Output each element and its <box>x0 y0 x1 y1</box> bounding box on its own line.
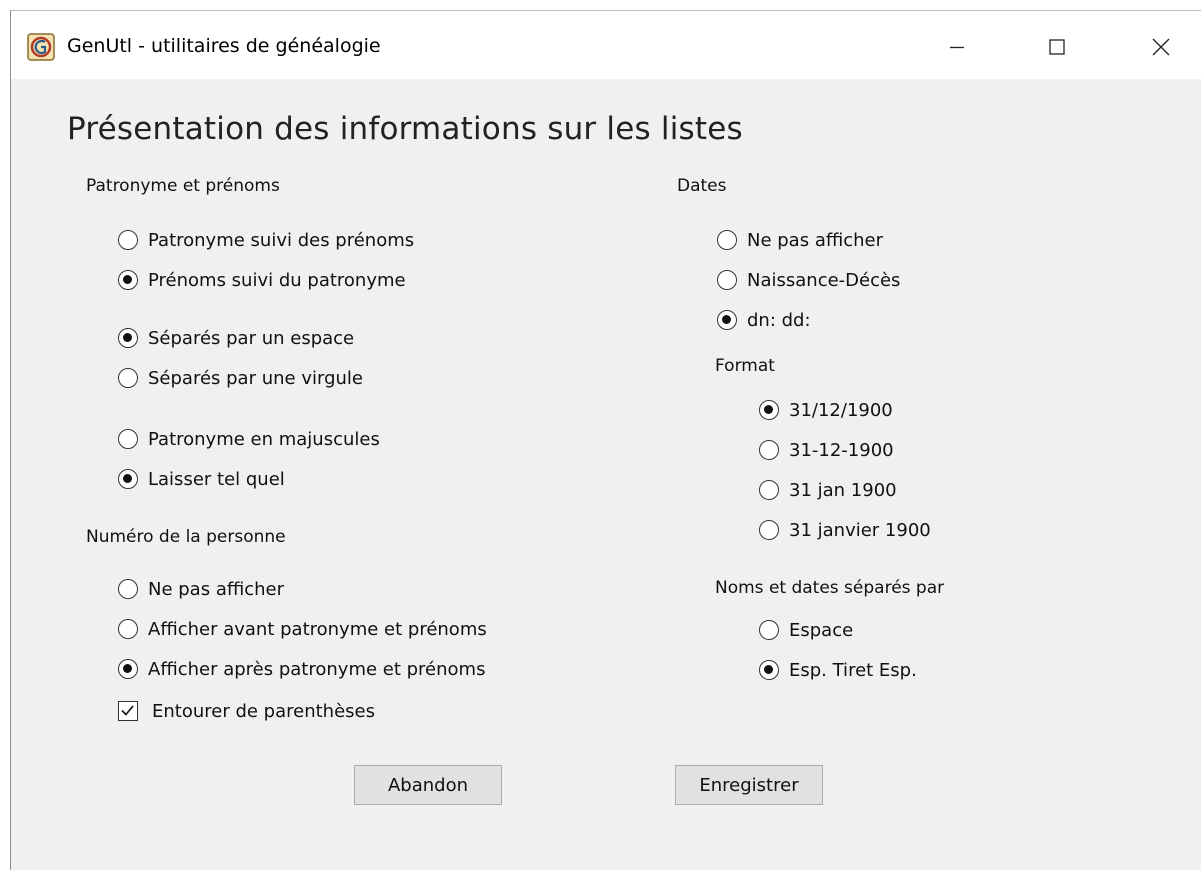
radio-label: Afficher après patronyme et prénoms <box>148 658 486 680</box>
window-title: GenUtl - utilitaires de généalogie <box>67 35 381 57</box>
page-heading: Présentation des informations sur les li… <box>67 111 743 147</box>
radio-label: dn: dd: <box>747 309 811 331</box>
close-button[interactable] <box>1135 25 1187 69</box>
radio-format-dash[interactable]: 31-12-1900 <box>759 438 894 462</box>
maximize-button[interactable] <box>1031 25 1083 69</box>
radio-case-unchanged[interactable]: Laisser tel quel <box>118 467 285 491</box>
title-bar: GenUtl - utilitaires de généalogie <box>11 11 1201 79</box>
radio-label: Espace <box>789 619 854 641</box>
radio-number-hide[interactable]: Ne pas afficher <box>118 577 284 601</box>
radio-button[interactable] <box>118 619 138 639</box>
format-label: Format <box>715 356 775 376</box>
checkbox-parentheses[interactable]: Entourer de parenthèses <box>118 699 375 723</box>
radio-label: Ne pas afficher <box>148 578 285 600</box>
radio-format-long-month[interactable]: 31 janvier 1900 <box>759 518 931 542</box>
radio-label: Séparés par une virgule <box>148 367 363 389</box>
radio-label: Patronyme suivi des prénoms <box>148 229 415 251</box>
radio-button[interactable] <box>759 400 779 420</box>
minimize-icon <box>950 46 964 49</box>
genutl-app-icon <box>27 33 55 61</box>
close-icon <box>1152 38 1170 56</box>
radio-format-short-month[interactable]: 31 jan 1900 <box>759 478 897 502</box>
radio-label: Naissance-Décès <box>747 269 901 291</box>
radio-separator-space[interactable]: Séparés par un espace <box>118 326 354 350</box>
radio-nd-separator-space[interactable]: Espace <box>759 618 853 642</box>
checkmark-icon <box>121 705 134 716</box>
save-button[interactable]: Enregistrer <box>675 765 823 805</box>
dates-section-label: Dates <box>677 176 727 196</box>
radio-nd-separator-dash[interactable]: Esp. Tiret Esp. <box>759 658 917 682</box>
radio-label: Prénoms suivi du patronyme <box>148 269 406 291</box>
radio-dates-dn-dd[interactable]: dn: dd: <box>717 308 811 332</box>
radio-separator-comma[interactable]: Séparés par une virgule <box>118 366 363 390</box>
radio-name-order-first-names-first[interactable]: Prénoms suivi du patronyme <box>118 268 406 292</box>
number-section-label: Numéro de la personne <box>86 527 286 547</box>
radio-label: Ne pas afficher <box>747 229 884 251</box>
radio-case-uppercase[interactable]: Patronyme en majuscules <box>118 427 380 451</box>
radio-button[interactable] <box>118 429 138 449</box>
radio-dates-birth-death[interactable]: Naissance-Décès <box>717 268 900 292</box>
minimize-button[interactable] <box>931 25 983 69</box>
radio-button[interactable] <box>118 270 138 290</box>
radio-button[interactable] <box>118 230 138 250</box>
radio-button[interactable] <box>759 620 779 640</box>
radio-button[interactable] <box>118 328 138 348</box>
radio-label: Patronyme en majuscules <box>148 428 380 450</box>
radio-label: 31 jan 1900 <box>789 479 897 501</box>
radio-label: 31-12-1900 <box>789 439 894 461</box>
radio-label: 31 janvier 1900 <box>789 519 931 541</box>
name-section-label: Patronyme et prénoms <box>86 176 280 196</box>
radio-label: 31/12/1900 <box>789 399 893 421</box>
radio-button[interactable] <box>118 659 138 679</box>
radio-button[interactable] <box>118 469 138 489</box>
radio-label: Esp. Tiret Esp. <box>789 659 917 681</box>
radio-label: Séparés par un espace <box>148 327 355 349</box>
checkbox-label: Entourer de parenthèses <box>152 700 375 722</box>
radio-number-before[interactable]: Afficher avant patronyme et prénoms <box>118 617 487 641</box>
radio-dates-hide[interactable]: Ne pas afficher <box>717 228 883 252</box>
radio-button[interactable] <box>759 440 779 460</box>
radio-button[interactable] <box>759 660 779 680</box>
radio-button[interactable] <box>717 270 737 290</box>
radio-button[interactable] <box>759 520 779 540</box>
radio-button[interactable] <box>118 368 138 388</box>
radio-button[interactable] <box>717 230 737 250</box>
maximize-icon <box>1049 39 1065 55</box>
checkbox[interactable] <box>118 701 138 721</box>
app-window: GenUtl - utilitaires de généalogie Prése… <box>10 10 1201 870</box>
radio-button[interactable] <box>717 310 737 330</box>
radio-format-slash[interactable]: 31/12/1900 <box>759 398 893 422</box>
radio-number-after[interactable]: Afficher après patronyme et prénoms <box>118 657 485 681</box>
radio-label: Afficher avant patronyme et prénoms <box>148 618 487 640</box>
radio-button[interactable] <box>118 579 138 599</box>
names-dates-separator-label: Noms et dates séparés par <box>715 578 945 598</box>
radio-label: Laisser tel quel <box>148 468 285 490</box>
radio-button[interactable] <box>759 480 779 500</box>
cancel-button[interactable]: Abandon <box>354 765 502 805</box>
radio-name-order-surname-first[interactable]: Patronyme suivi des prénoms <box>118 228 414 252</box>
